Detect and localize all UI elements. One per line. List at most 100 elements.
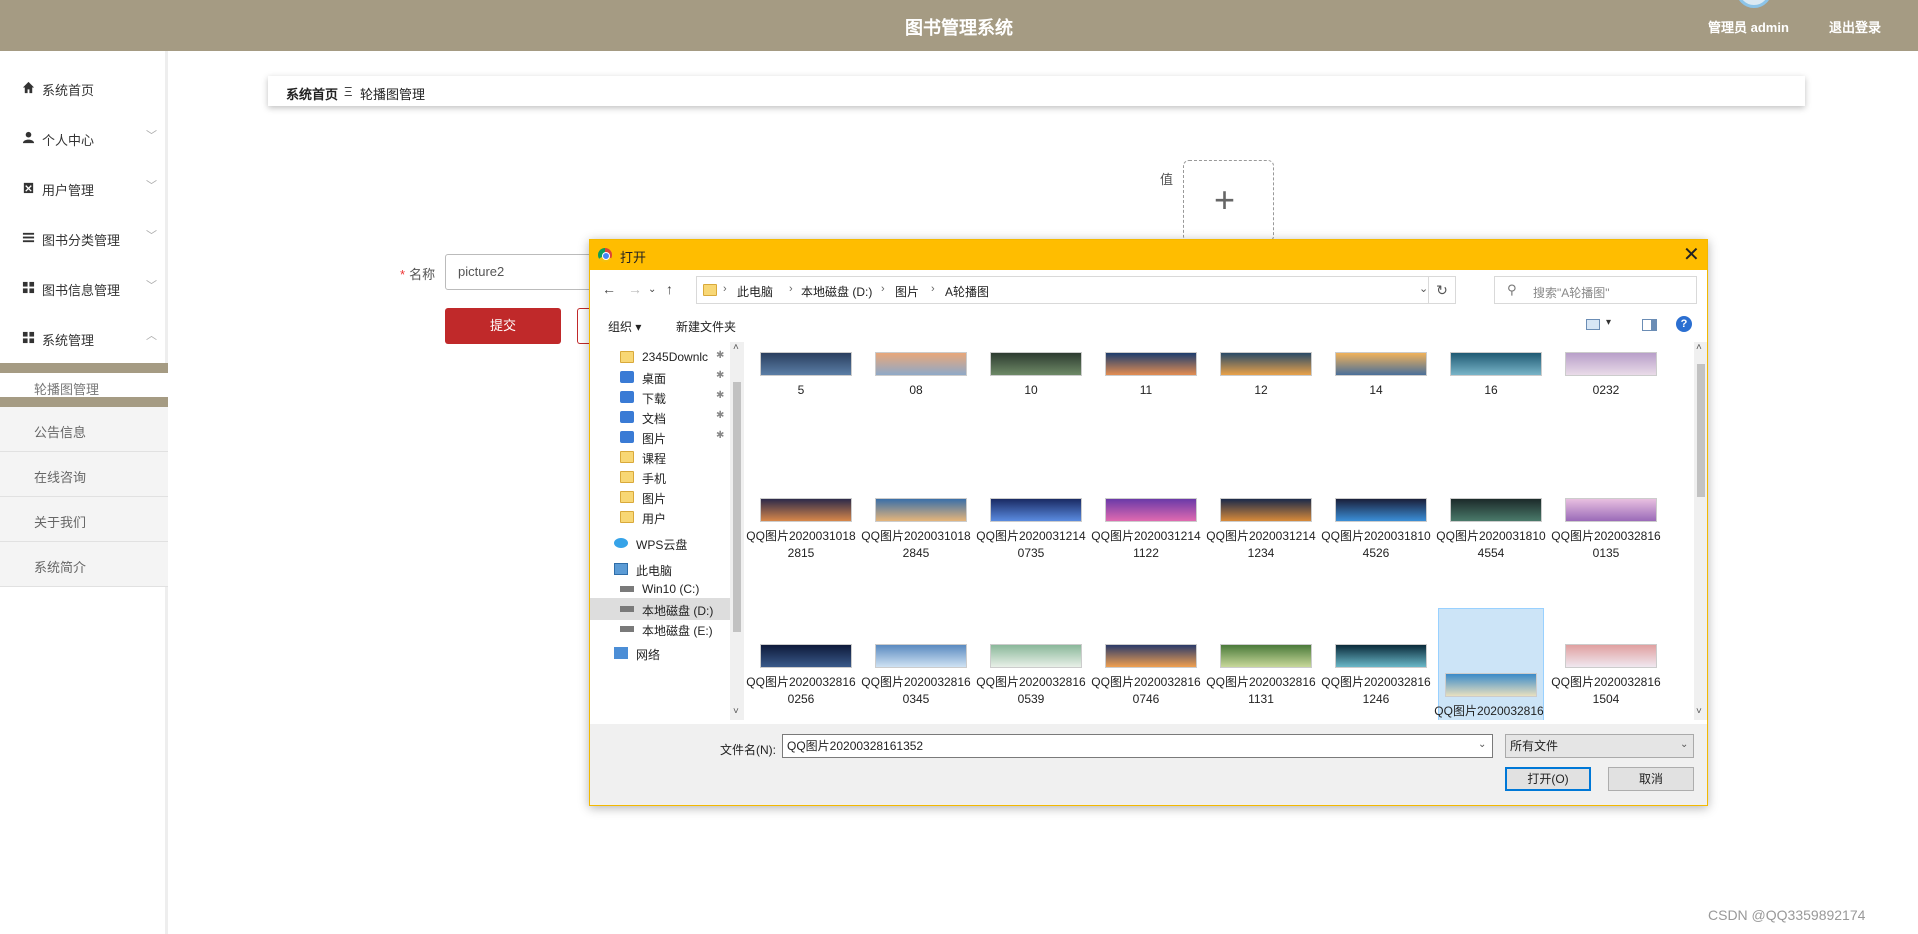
scroll-thumb[interactable] — [1697, 364, 1705, 497]
submenu-item-intro[interactable]: 系统简介 — [0, 542, 168, 587]
file-item[interactable]: QQ图片20200328161352 — [1434, 608, 1544, 720]
file-item[interactable]: QQ图片20200328160746 — [1091, 632, 1201, 720]
file-name: QQ图片20200328161352 — [1434, 704, 1544, 718]
search-input[interactable]: ⚲ 搜索"A轮播图" — [1494, 276, 1697, 304]
image-thumbnail — [760, 352, 852, 376]
nav-item[interactable]: 本地磁盘 (D:) — [590, 598, 730, 620]
submenu-item-consult[interactable]: 在线咨询 — [0, 452, 168, 497]
file-item[interactable]: QQ图片20200328161246 — [1321, 632, 1431, 720]
file-item[interactable]: 14 — [1323, 342, 1429, 468]
file-item[interactable]: 12 — [1208, 342, 1314, 468]
refresh-icon[interactable]: ↻ — [1428, 276, 1456, 304]
submenu-item-notice[interactable]: 公告信息 — [0, 407, 168, 452]
cancel-button[interactable]: 取消 — [1608, 767, 1694, 791]
file-item[interactable]: 08 — [863, 342, 969, 468]
file-item[interactable]: 10 — [978, 342, 1084, 468]
image-thumbnail — [990, 352, 1082, 376]
file-item[interactable]: 0232 — [1553, 342, 1659, 468]
file-item[interactable]: QQ图片20200328160256 — [746, 632, 856, 720]
path-segment[interactable]: A轮播图 — [945, 283, 989, 300]
nav-item[interactable]: 桌面 ✱ — [590, 366, 730, 388]
file-item[interactable]: QQ图片20200312141122 — [1091, 486, 1201, 614]
scroll-down-icon[interactable]: ˅ — [733, 706, 739, 717]
scroll-up-icon[interactable]: ˄ — [1696, 342, 1702, 353]
chevron-right-icon: › — [723, 283, 727, 295]
scroll-up-icon[interactable]: ˄ — [733, 342, 739, 353]
nav-item[interactable]: 用户 — [590, 506, 730, 528]
nav-item[interactable]: 下载 ✱ — [590, 386, 730, 408]
file-item[interactable]: QQ图片20200328160345 — [861, 632, 971, 720]
path-segment[interactable]: 图片 — [895, 283, 919, 300]
file-name: QQ图片20200312141234 — [1206, 529, 1316, 560]
file-item[interactable]: QQ图片20200318104526 — [1321, 486, 1431, 614]
chrome-icon — [598, 248, 612, 262]
chevron-down-icon[interactable]: ⌄ — [1419, 282, 1428, 295]
new-folder-button[interactable]: 新建文件夹 — [676, 318, 736, 335]
nav-item-label: 桌面 — [642, 372, 667, 386]
submit-button[interactable]: 提交 — [445, 308, 561, 344]
file-item[interactable]: QQ图片20200312141234 — [1206, 486, 1316, 614]
nav-item[interactable]: 网络 — [590, 642, 730, 664]
help-icon[interactable]: ? — [1676, 316, 1692, 332]
preview-pane-icon[interactable] — [1642, 319, 1657, 331]
sidebar-item-home[interactable]: 系统首页 — [0, 73, 168, 103]
nav-item[interactable]: 此电脑 — [590, 558, 730, 580]
chevron-down-icon: ﹀ — [146, 180, 157, 192]
file-item[interactable]: QQ图片20200310182815 — [746, 486, 856, 614]
recent-dropdown-icon[interactable]: ⌄ — [648, 284, 656, 295]
file-item[interactable]: QQ图片20200328161131 — [1206, 632, 1316, 720]
breadcrumb-home[interactable]: 系统首页 — [286, 84, 338, 103]
open-button[interactable]: 打开(O) — [1505, 767, 1591, 791]
nav-item[interactable]: 图片 ✱ — [590, 426, 730, 448]
path-segment[interactable]: 此电脑 — [737, 283, 773, 300]
sidebar-item-book-category[interactable]: 图书分类管理 ﹀ — [0, 223, 168, 253]
nav-item[interactable]: 文档 ✱ — [590, 406, 730, 428]
nav-item[interactable]: 课程 — [590, 446, 730, 468]
forward-icon[interactable]: → — [628, 281, 642, 297]
file-item[interactable]: QQ图片20200328161504 — [1551, 632, 1661, 720]
file-item[interactable]: QQ图片20200328160539 — [976, 632, 1086, 720]
file-item[interactable]: 16 — [1438, 342, 1544, 468]
back-icon[interactable]: ← — [602, 281, 616, 297]
submenu-item-about[interactable]: 关于我们 — [0, 497, 168, 542]
logout-link[interactable]: 退出登录 — [1829, 17, 1881, 36]
view-dropdown-icon[interactable]: ▾ — [1606, 317, 1611, 328]
chevron-down-icon[interactable]: ⌄ — [1478, 739, 1486, 750]
nav-item[interactable]: 图片 — [590, 486, 730, 508]
scroll-thumb[interactable] — [733, 382, 741, 632]
nav-item[interactable]: Win10 (C:) — [590, 578, 730, 600]
organize-button[interactable]: 组织 ▾ — [608, 318, 641, 335]
path-segment[interactable]: 本地磁盘 (D:) — [801, 283, 872, 300]
file-item[interactable]: QQ图片20200310182845 — [861, 486, 971, 614]
up-icon[interactable]: ↑ — [666, 281, 673, 297]
nav-item[interactable]: WPS云盘 — [590, 532, 730, 554]
sidebar-item-system[interactable]: 系统管理 ︿ — [0, 323, 168, 353]
file-item[interactable]: QQ图片20200328160135 — [1551, 486, 1661, 614]
nav-item[interactable]: 2345Downlc ✱ — [590, 346, 730, 368]
filetype-select[interactable]: 所有文件 — [1505, 734, 1694, 758]
filename-input[interactable]: QQ图片20200328161352 — [782, 734, 1493, 758]
search-icon: ⚲ — [1507, 282, 1517, 297]
name-input[interactable]: picture2 — [445, 254, 600, 290]
scroll-down-icon[interactable]: ˅ — [1696, 706, 1702, 717]
dialog-titlebar[interactable]: 打开 ✕ — [590, 240, 1707, 270]
chevron-down-icon[interactable]: ⌄ — [1680, 739, 1688, 750]
file-grid: 5 08 10 11 12 14 16 0232 QQ图片20200310182815 QQ图片2… — [746, 342, 1694, 720]
nav-item[interactable]: 手机 — [590, 466, 730, 488]
sidebar-item-profile[interactable]: 个人中心 ﹀ — [0, 123, 168, 153]
address-bar[interactable]: › 此电脑 › 本地磁盘 (D:) › 图片 › A轮播图 ⌄ — [696, 276, 1429, 304]
file-item[interactable]: 11 — [1093, 342, 1199, 468]
file-scrollbar[interactable]: ˄ ˅ — [1694, 342, 1707, 720]
navigation-scrollbar[interactable]: ˄ ˅ — [730, 342, 744, 720]
image-upload[interactable]: + — [1183, 160, 1274, 242]
avatar[interactable] — [1736, 0, 1772, 8]
folder-icon — [620, 351, 634, 363]
close-icon[interactable]: ✕ — [1683, 242, 1700, 267]
file-item[interactable]: QQ图片20200312140735 — [976, 486, 1086, 614]
nav-item[interactable]: 本地磁盘 (E:) — [590, 618, 730, 640]
sidebar-item-users[interactable]: 用户管理 ﹀ — [0, 173, 168, 203]
file-item[interactable]: 5 — [748, 342, 854, 468]
view-icon[interactable] — [1586, 319, 1600, 330]
sidebar-item-book-info[interactable]: 图书信息管理 ﹀ — [0, 273, 168, 303]
file-item[interactable]: QQ图片20200318104554 — [1436, 486, 1546, 614]
